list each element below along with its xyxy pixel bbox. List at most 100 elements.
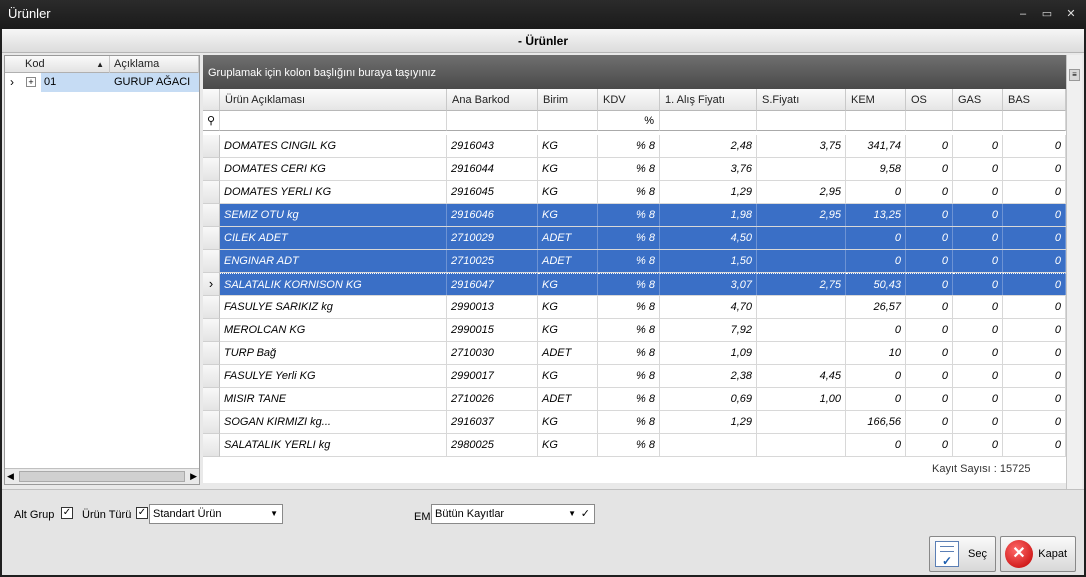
- scroll-thumb-icon[interactable]: ≡: [1069, 69, 1080, 81]
- alt-grup-checkbox[interactable]: ✓: [61, 507, 73, 519]
- urun-turu-select[interactable]: Standart Ürün ▼: [149, 504, 283, 524]
- table-row[interactable]: SOGAN KIRMIZI kg... 2916037 KG% 8 1,29 166,5…: [220, 411, 1066, 434]
- table-cell: ADET: [538, 388, 598, 410]
- em-select[interactable]: Bütün Kayıtlar ▼ ✓: [431, 504, 595, 524]
- table-cell: 0: [953, 135, 1003, 157]
- tree-col-kod[interactable]: Kod ▲: [5, 56, 110, 73]
- urun-turu-checkbox[interactable]: ✓: [136, 507, 148, 519]
- table-cell: [757, 342, 846, 364]
- maximize-button[interactable]: ▭: [1038, 6, 1056, 22]
- grid-col-header[interactable]: KDV: [598, 89, 660, 111]
- table-cell: 0: [906, 181, 953, 203]
- table-row[interactable]: FASULYE SARIKIZ kg 2990013 KG% 8 4,70 26,57 0…: [220, 296, 1066, 319]
- table-row[interactable]: SALATALIK YERLI kg 2980025 KG% 80000: [220, 434, 1066, 457]
- table-cell: 0: [846, 250, 906, 272]
- table-row[interactable]: DOMATES YERLI KG 2916045 KG% 8 1,29 2,95 0 0 0 0: [220, 181, 1066, 204]
- table-cell: ADET: [538, 250, 598, 272]
- row-indicator[interactable]: [203, 342, 220, 365]
- grid-col-header[interactable]: OS: [906, 89, 953, 111]
- grid-vertical-scrollbar[interactable]: ≡: [1066, 55, 1082, 509]
- scroll-left-icon[interactable]: ◀: [7, 471, 14, 482]
- filter-cell[interactable]: [538, 111, 598, 131]
- row-indicator[interactable]: [203, 250, 220, 273]
- tree-horizontal-scrollbar[interactable]: ◀ ▶: [5, 468, 199, 484]
- table-row[interactable]: CILEK ADET 2710029 ADET% 8 4,50 0 0 0 0: [220, 227, 1066, 250]
- kapat-button[interactable]: ✕ Kapat: [1000, 536, 1076, 572]
- table-row[interactable]: ENGINAR ADT 2710025 ADET% 8 1,50 0 0 0 0: [220, 250, 1066, 273]
- grid-col-header[interactable]: GAS: [953, 89, 1003, 111]
- row-indicator[interactable]: [203, 204, 220, 227]
- table-cell: KG: [538, 411, 598, 433]
- table-cell: 0: [1003, 411, 1066, 433]
- group-by-area[interactable]: Gruplamak için kolon başlığını buraya ta…: [203, 55, 1066, 89]
- scroll-thumb[interactable]: [19, 471, 185, 482]
- table-cell: 3,76: [660, 158, 757, 180]
- table-cell: DOMATES CINGIL KG: [220, 135, 447, 157]
- table-cell: KG: [538, 434, 598, 456]
- table-cell: % 8: [598, 411, 660, 433]
- check-icon[interactable]: ✓: [581, 505, 590, 523]
- table-row[interactable]: SALATALIK KORNISON KG 2916047 KG% 8 3,07 2,7…: [220, 273, 1066, 296]
- table-row[interactable]: FASULYE Yerli KG 2990017 KG% 8 2,38 4,45 0 0 0 0: [220, 365, 1066, 388]
- table-cell: 0: [846, 227, 906, 249]
- chevron-down-icon[interactable]: ▼: [270, 505, 278, 523]
- filter-cell[interactable]: [757, 111, 846, 131]
- grid-col-header[interactable]: Birim: [538, 89, 598, 111]
- table-cell: KG: [538, 365, 598, 387]
- table-cell: MISIR TANE: [220, 388, 447, 410]
- row-indicator[interactable]: [203, 135, 220, 158]
- expand-icon[interactable]: +: [26, 77, 36, 87]
- grid-col-header[interactable]: Ana Barkod: [447, 89, 538, 111]
- sec-button[interactable]: ✓ Seç: [929, 536, 996, 572]
- close-window-button[interactable]: ✕: [1062, 6, 1080, 22]
- row-indicator[interactable]: [203, 388, 220, 411]
- table-row[interactable]: MEROLCAN KG 2990015 KG% 8 7,92 0 0 0 0: [220, 319, 1066, 342]
- row-indicator[interactable]: [203, 158, 220, 181]
- table-row[interactable]: DOMATES CERI KG 2916044 KG% 8 3,76 9,58 0 0 0: [220, 158, 1066, 181]
- filter-cell[interactable]: [953, 111, 1003, 131]
- filter-icon[interactable]: ⚲: [203, 111, 220, 131]
- row-indicator[interactable]: [203, 365, 220, 388]
- row-indicator[interactable]: [203, 319, 220, 342]
- row-indicator[interactable]: [203, 181, 220, 204]
- table-row[interactable]: DOMATES CINGIL KG 2916043 KG% 8 2,48 3,75 341…: [220, 135, 1066, 158]
- filter-cell[interactable]: [846, 111, 906, 131]
- table-cell: 2916047: [447, 273, 538, 295]
- table-cell: 50,43: [846, 273, 906, 295]
- table-row[interactable]: SEMIZ OTU kg 2916046 KG% 8 1,98 2,95 13,25 0 0 0: [220, 204, 1066, 227]
- grid-col-header[interactable]: BAS: [1003, 89, 1066, 111]
- bottom-filter-bar: Alt Grup ✓ Ürün Türü ✓ Standart Ürün ▼ E…: [2, 489, 1084, 575]
- tree-col-aciklama[interactable]: Açıklama: [110, 56, 199, 73]
- close-icon: ✕: [1005, 540, 1033, 568]
- minimize-button[interactable]: –: [1014, 6, 1032, 22]
- table-cell: 1,98: [660, 204, 757, 226]
- row-indicator[interactable]: [203, 227, 220, 250]
- grid-col-header[interactable]: KEM: [846, 89, 906, 111]
- filter-cell[interactable]: [220, 111, 447, 131]
- table-row[interactable]: TURP Bağ 2710030 ADET% 8 1,09 10 0 0 0: [220, 342, 1066, 365]
- tree-cell-kod: 01: [41, 73, 111, 92]
- table-cell: 2916044: [447, 158, 538, 180]
- filter-cell[interactable]: [1003, 111, 1066, 131]
- em-label: EM: [414, 511, 431, 523]
- table-cell: 0: [953, 434, 1003, 456]
- row-indicator[interactable]: [203, 296, 220, 319]
- scroll-right-icon[interactable]: ▶: [190, 471, 197, 482]
- table-cell: 0,69: [660, 388, 757, 410]
- grid-col-header[interactable]: Ürün Açıklaması: [220, 89, 447, 111]
- row-indicator[interactable]: ›: [203, 273, 220, 296]
- filter-cell[interactable]: [906, 111, 953, 131]
- filter-cell[interactable]: [660, 111, 757, 131]
- grid-col-header[interactable]: 1. Alış Fiyatı: [660, 89, 757, 111]
- table-row[interactable]: MISIR TANE 2710026 ADET% 8 0,69 1,00 0 0 0 0: [220, 388, 1066, 411]
- filter-cell[interactable]: %: [598, 111, 660, 131]
- filter-cell[interactable]: [447, 111, 538, 131]
- table-cell: 2990015: [447, 319, 538, 341]
- chevron-down-icon[interactable]: ▼: [568, 505, 576, 523]
- row-indicator[interactable]: [203, 411, 220, 434]
- grid-col-header[interactable]: S.Fiyatı: [757, 89, 846, 111]
- tree-row[interactable]: › + 01 GURUP AĞACI: [5, 73, 199, 92]
- table-cell: 7,92: [660, 319, 757, 341]
- row-indicator[interactable]: [203, 434, 220, 457]
- table-cell: 2,38: [660, 365, 757, 387]
